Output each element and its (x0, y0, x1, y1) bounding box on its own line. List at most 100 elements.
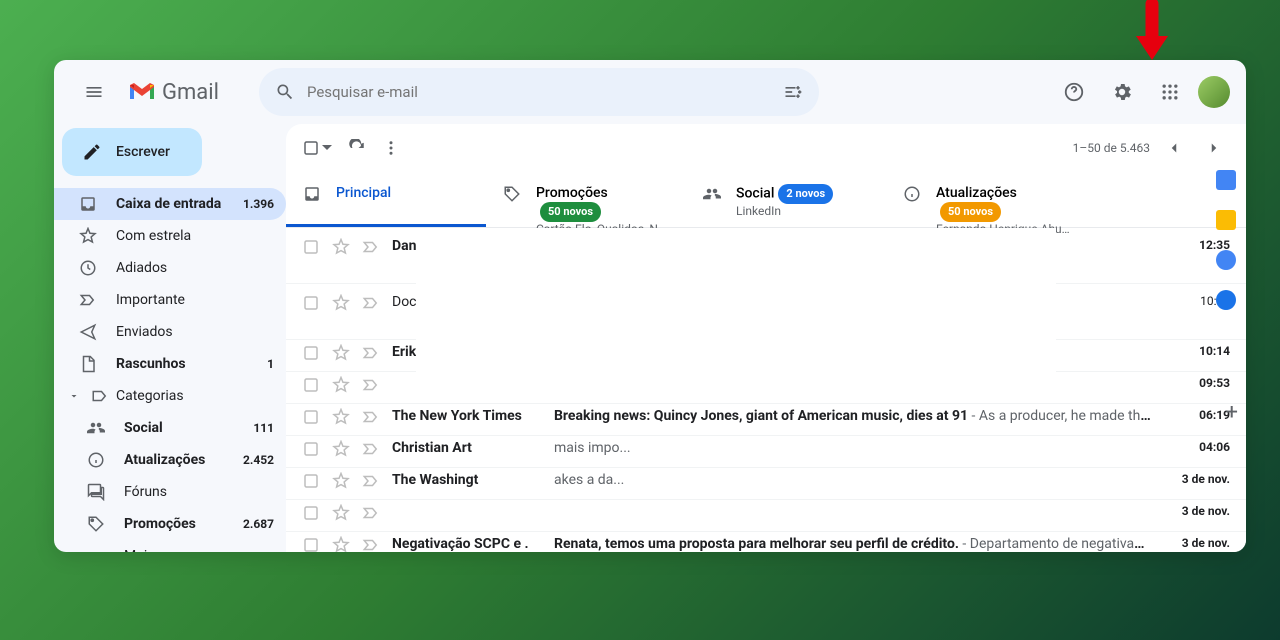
next-page-button[interactable] (1198, 132, 1230, 164)
tab-social[interactable]: Social2 novosLinkedIn (686, 172, 886, 227)
mail-row[interactable]: 3 de nov. (286, 500, 1246, 532)
toolbar: 1–50 de 5.463 (286, 124, 1246, 172)
side-panel (1206, 170, 1246, 310)
nav-caixa-de-entrada[interactable]: Caixa de entrada1.396 (54, 188, 286, 220)
row-checkbox[interactable] (302, 238, 320, 256)
nav-rascunhos[interactable]: Rascunhos1 (54, 348, 286, 380)
nav-label: Fóruns (124, 484, 167, 500)
tag-icon (502, 184, 522, 204)
star-icon[interactable] (332, 376, 350, 394)
nav-count: 1 (267, 357, 274, 371)
nav-categorias[interactable]: Categorias (54, 380, 286, 412)
tab-atualizações[interactable]: Atualizações50 novosFernando Henrique Ah… (886, 172, 1086, 227)
row-checkbox[interactable] (302, 440, 320, 458)
star-icon[interactable] (332, 472, 350, 490)
date: 04:06 (1164, 440, 1230, 454)
mail-row[interactable]: Christian Art mais impo... 04:06 (286, 436, 1246, 468)
nav-label: Caixa de entrada (116, 196, 221, 212)
nav-adiados[interactable]: Adiados (54, 252, 286, 284)
nav-count: 2.452 (243, 453, 274, 467)
star-icon[interactable] (332, 238, 350, 256)
importance-icon[interactable] (362, 344, 380, 362)
search-input[interactable] (307, 83, 771, 101)
settings-button[interactable] (1102, 72, 1142, 112)
prev-page-button[interactable] (1158, 132, 1190, 164)
calendar-icon[interactable] (1216, 170, 1236, 190)
compose-button[interactable]: Escrever (62, 128, 202, 176)
tasks-icon[interactable] (1216, 250, 1236, 270)
nav-fóruns[interactable]: Fóruns (54, 476, 286, 508)
select-checkbox[interactable] (302, 139, 332, 157)
importance-icon[interactable] (362, 440, 380, 458)
imp-icon (78, 290, 98, 310)
snippet: - Departamento de negativados (959, 536, 1152, 552)
tab-promoções[interactable]: Promoções50 novosCartão Elo, Qualidoc, N… (486, 172, 686, 227)
nav-importante[interactable]: Importante (54, 284, 286, 316)
mail-row[interactable]: Negativação SCPC e .Renata, temos uma pr… (286, 532, 1246, 552)
page-range: 1–50 de 5.463 (1073, 141, 1150, 155)
annotation-arrow (1130, 0, 1174, 70)
keep-icon[interactable] (1216, 210, 1236, 230)
nav-atualizações[interactable]: Atualizações2.452 (54, 444, 286, 476)
nav-promoções[interactable]: Promoções2.687 (54, 508, 286, 540)
nav-label: Importante (116, 292, 185, 308)
importance-icon[interactable] (362, 504, 380, 522)
importance-icon[interactable] (362, 376, 380, 394)
importance-icon[interactable] (362, 536, 380, 552)
apps-button[interactable] (1150, 72, 1190, 112)
contacts-icon[interactable] (1216, 290, 1236, 310)
nav-social[interactable]: Social 111 (54, 412, 286, 444)
tab-label: Promoções50 novos (536, 184, 670, 222)
star-icon[interactable] (332, 504, 350, 522)
nav-label: Enviados (116, 324, 173, 340)
importance-icon[interactable] (362, 472, 380, 490)
nav-count: 2.687 (243, 517, 274, 531)
help-button[interactable] (1054, 72, 1094, 112)
row-checkbox[interactable] (302, 504, 320, 522)
sender: Negativação SCPC e . (392, 536, 542, 552)
account-avatar[interactable] (1198, 76, 1230, 108)
importance-icon[interactable] (362, 238, 380, 256)
nav-enviados[interactable]: Enviados (54, 316, 286, 348)
addon-plus-button[interactable]: + (1226, 400, 1238, 425)
snippet: mais impo... (554, 440, 631, 456)
more-button[interactable] (382, 139, 400, 157)
search-icon (275, 82, 295, 102)
mail-row[interactable]: The Washingtakes a da...3 de nov. (286, 468, 1246, 500)
mail-panel: 1–50 de 5.463 PrincipalPromoções50 novos… (286, 124, 1246, 552)
star-icon[interactable] (332, 294, 350, 312)
nav-label: Social (124, 420, 163, 436)
importance-icon[interactable] (362, 408, 380, 426)
row-checkbox[interactable] (302, 294, 320, 312)
subject: mais impo... (554, 440, 1152, 456)
search-options-icon[interactable] (783, 82, 803, 102)
row-checkbox[interactable] (302, 472, 320, 490)
snippet: - As a producer, he made the best-sellin… (968, 408, 1152, 424)
star-icon[interactable] (332, 536, 350, 552)
importance-icon[interactable] (362, 294, 380, 312)
star-icon[interactable] (332, 408, 350, 426)
search-bar[interactable] (259, 68, 819, 116)
star-icon[interactable] (332, 344, 350, 362)
nav-com-estrela[interactable]: Com estrela (54, 220, 286, 252)
row-checkbox[interactable] (302, 408, 320, 426)
row-checkbox[interactable] (302, 344, 320, 362)
nav-mais[interactable]: Mais (54, 540, 286, 552)
more-icon (86, 546, 106, 552)
nav-label: Adiados (116, 260, 167, 276)
tab-principal[interactable]: Principal (286, 172, 486, 227)
nav-count: 111 (253, 421, 274, 435)
sidebar: Escrever Caixa de entrada1.396Com estrel… (54, 124, 286, 552)
row-checkbox[interactable] (302, 536, 320, 552)
mail-row[interactable]: The New York TimesBreaking news: Quincy … (286, 404, 1246, 436)
gmail-logo[interactable]: Gmail (128, 80, 219, 105)
sender: The Washingt (392, 472, 542, 488)
star-icon[interactable] (332, 440, 350, 458)
category-tabs: PrincipalPromoções50 novosCartão Elo, Qu… (286, 172, 1246, 228)
sender: The New York Times (392, 408, 542, 424)
tab-subtitle: LinkedIn (736, 204, 833, 218)
row-checkbox[interactable] (302, 376, 320, 394)
refresh-button[interactable] (348, 139, 366, 157)
main-menu-button[interactable] (70, 68, 118, 116)
sender: Christian Art (392, 440, 542, 456)
